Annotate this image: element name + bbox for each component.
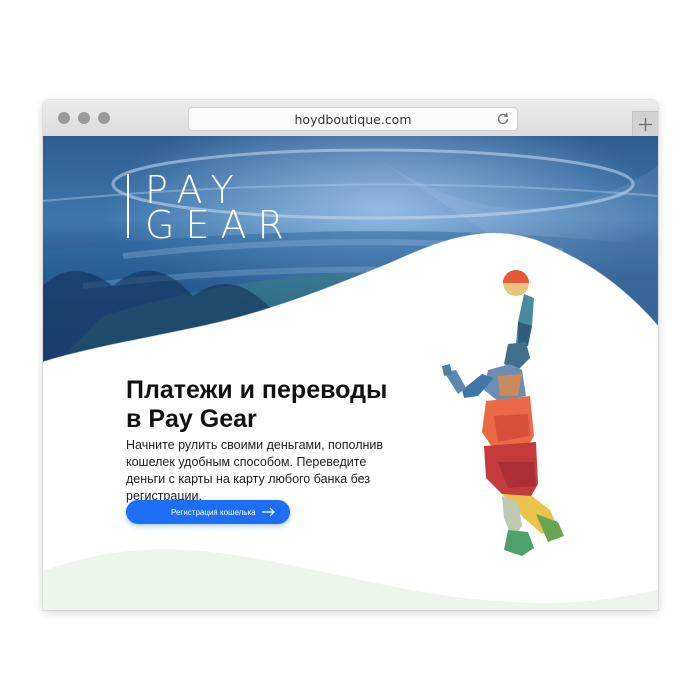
address-bar[interactable]: hoydboutique.com [188,107,518,131]
close-window-button[interactable] [58,112,70,124]
reload-icon[interactable] [495,111,511,127]
logo-line-gear: GEAR [145,203,295,247]
headline-line-1: Платежи и переводы [126,376,388,404]
headline-line-2: в Pay Gear [126,405,257,433]
landing-page: PAY GEAR Платежи и переводы в Pay Gear Н… [43,136,658,610]
browser-toolbar: hoydboutique.com [43,100,658,137]
new-tab-button[interactable] [632,111,658,137]
minimize-window-button[interactable] [78,112,90,124]
zoom-window-button[interactable] [98,112,110,124]
hero-headline: Платежи и переводы в Pay Gear [126,376,426,434]
hero-description: Начните рулить своими деньгами, пополнив… [126,438,384,503]
browser-window: hoydboutique.com PAY GEAR Платежи и пере… [43,100,658,610]
plus-icon [639,118,652,131]
register-wallet-button[interactable]: Регистрация кошелька [126,500,290,524]
logo-divider [127,174,129,238]
arrow-right-icon [262,507,275,517]
footer-wave-decoration [43,549,658,610]
basketball-player-illustration [442,270,564,556]
cta-label: Регистрация кошелька [171,507,256,517]
address-url: hoydboutique.com [294,111,412,127]
